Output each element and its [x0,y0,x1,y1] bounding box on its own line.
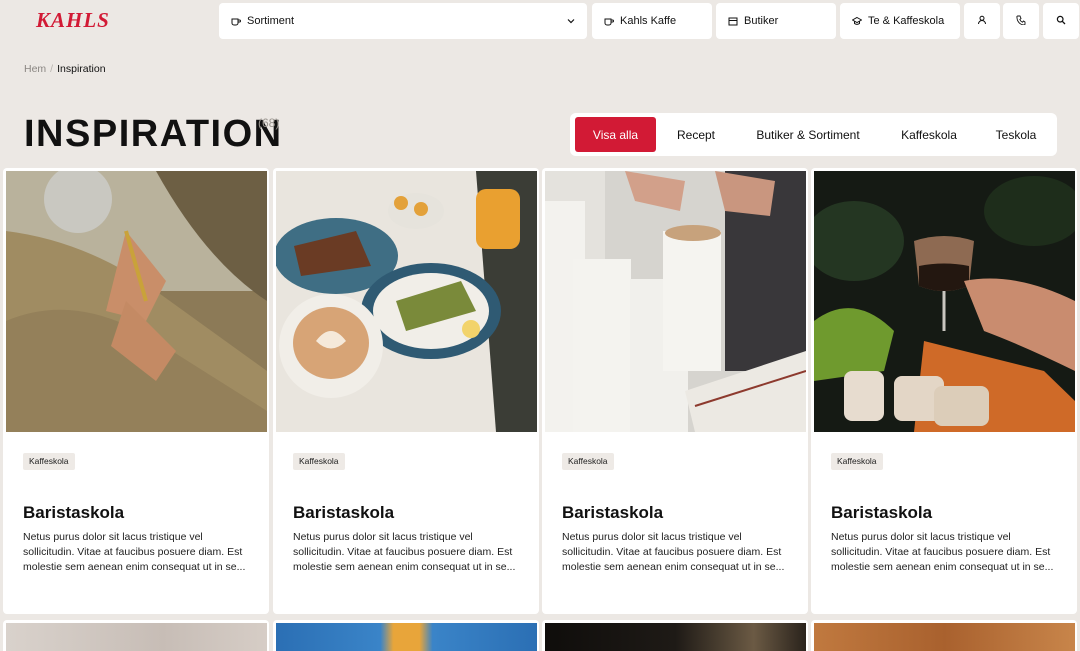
account-button[interactable] [964,3,1000,39]
card-title[interactable]: Baristaskola [831,503,932,523]
card-image-row2-2[interactable] [276,623,537,651]
card-image-row2-1[interactable] [6,623,267,651]
card-tag: Kaffeskola [831,453,883,470]
kahls-logo[interactable]: KAHLS [34,8,142,32]
chevron-down-icon [567,16,575,28]
tab-teskola[interactable]: Teskola [980,117,1052,152]
breadcrumb-home[interactable]: Hem [24,63,46,75]
nav-butiker[interactable]: Butiker [716,3,836,39]
card-title[interactable]: Baristaskola [23,503,124,523]
store-icon [728,16,738,26]
card-tag: Kaffeskola [23,453,75,470]
search-icon [1056,15,1066,28]
card-title[interactable]: Baristaskola [562,503,663,523]
card-tag: Kaffeskola [562,453,614,470]
filter-tabs: Visa alla Recept Butiker & Sortiment Kaf… [570,113,1057,156]
nav-te-kaffeskola-label: Te & Kaffeskola [868,15,945,27]
card-excerpt: Netus purus dolor sit lacus tristique ve… [831,531,1054,573]
card-image-espresso-glass[interactable] [814,171,1075,432]
nav-butiker-label: Butiker [744,15,779,27]
article-card[interactable]: Kaffeskola Baristaskola Netus purus dolo… [3,168,269,614]
tab-recept[interactable]: Recept [662,117,730,152]
nav-sortiment-label: Sortiment [247,15,295,27]
card-image-row2-3[interactable] [545,623,806,651]
tab-visa-alla[interactable]: Visa alla [575,117,656,152]
tab-kaffeskola[interactable]: Kaffeskola [884,117,974,152]
phone-button[interactable] [1003,3,1039,39]
card-excerpt: Netus purus dolor sit lacus tristique ve… [293,531,516,573]
card-image-row2-4[interactable] [814,623,1075,651]
site-header: KAHLS Sortiment Kahls Kaffe Butiker Te &… [0,0,1080,42]
breadcrumb-current: Inspiration [57,63,106,75]
card-image-burlap-sack[interactable] [6,171,267,432]
breadcrumb-separator: / [50,63,54,75]
breadcrumb: Hem / Inspiration [24,63,106,75]
svg-text:KAHLS: KAHLS [35,8,110,32]
card-title[interactable]: Baristaskola [293,503,394,523]
article-card[interactable] [273,620,539,651]
nav-sortiment[interactable]: Sortiment [219,3,587,39]
page-title: INSPIRATION [24,113,283,155]
nav-kahls-kaffe[interactable]: Kahls Kaffe [592,3,712,39]
article-card[interactable] [3,620,269,651]
card-image-breakfast-table[interactable] [276,171,537,432]
article-card[interactable]: Kaffeskola Baristaskola Netus purus dolo… [542,168,808,614]
card-tag: Kaffeskola [293,453,345,470]
article-card[interactable]: Kaffeskola Baristaskola Netus purus dolo… [811,168,1077,614]
tab-butiker-sortiment[interactable]: Butiker & Sortiment [740,117,876,152]
article-card[interactable]: Kaffeskola Baristaskola Netus purus dolo… [273,168,539,614]
nav-te-kaffeskola[interactable]: Te & Kaffeskola [840,3,960,39]
card-excerpt: Netus purus dolor sit lacus tristique ve… [562,531,785,573]
result-count: (68) [258,116,280,130]
mug-icon [231,16,241,26]
card-image-paper-cups[interactable] [545,171,806,432]
search-button[interactable] [1043,3,1079,39]
graduation-cap-icon [852,16,862,26]
card-excerpt: Netus purus dolor sit lacus tristique ve… [23,531,246,573]
user-icon [977,15,987,28]
article-card[interactable] [542,620,808,651]
coffee-cup-icon [604,16,614,26]
phone-icon [1016,15,1026,28]
nav-kahls-kaffe-label: Kahls Kaffe [620,15,677,27]
article-card[interactable] [811,620,1077,651]
